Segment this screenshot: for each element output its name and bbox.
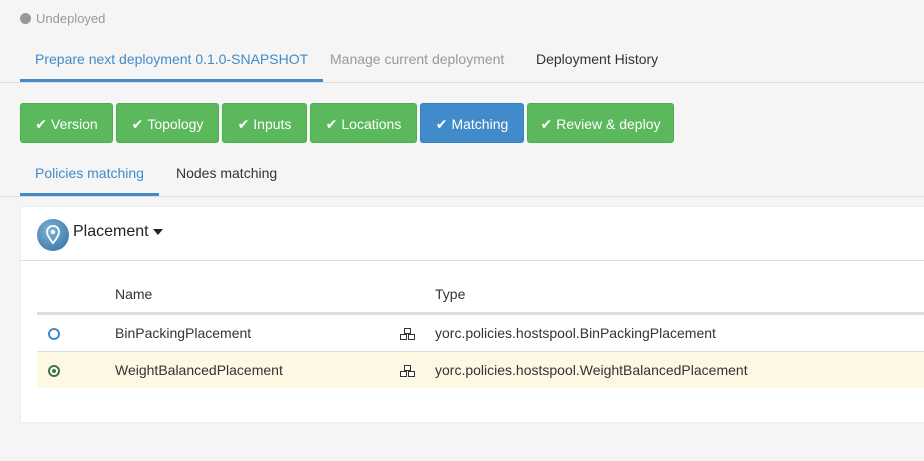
column-header-type: Type [435,286,466,302]
policy-type: yorc.policies.hostspool.BinPackingPlacem… [435,325,716,341]
deployment-tabs: Prepare next deployment 0.1.0-SNAPSHOT M… [0,40,924,83]
policy-type: yorc.policies.hostspool.WeightBalancedPl… [435,362,748,378]
policy-table: Name Type BinPackingPlacement yorc.polic… [37,278,924,388]
policy-name: WeightBalancedPlacement [115,362,283,378]
check-icon: ✔ [325,116,338,132]
check-icon: ✔ [435,116,448,132]
policy-name: BinPackingPlacement [115,325,252,341]
step-inputs-button[interactable]: ✔ Inputs [222,103,307,143]
check-icon: ✔ [540,116,553,132]
step-label: Inputs [253,116,292,132]
table-row[interactable]: WeightBalancedPlacement yorc.policies.ho… [37,351,924,388]
caret-down-icon [152,228,163,235]
policy-title: Placement [73,223,149,240]
policy-dropdown[interactable]: Placement [73,223,163,241]
step-matching-button[interactable]: ✔ Matching [420,103,524,143]
policy-panel-header: Placement [21,207,924,261]
check-icon: ✔ [35,116,48,132]
step-label: Locations [341,116,402,132]
tab-prepare-next-deployment[interactable]: Prepare next deployment 0.1.0-SNAPSHOT [20,40,324,82]
column-header-name: Name [115,286,153,302]
step-version-button[interactable]: ✔ Version [20,103,113,143]
step-topology-button[interactable]: ✔ Topology [116,103,219,143]
tab-manage-current-deployment[interactable]: Manage current deployment [330,40,504,82]
cubes-icon [399,315,417,351]
step-label: Topology [147,116,204,132]
matching-tabs: Policies matching Nodes matching [0,153,924,197]
table-header: Name Type [37,278,924,314]
step-review-deploy-button[interactable]: ✔ Review & deploy [527,103,674,143]
tab-deployment-history[interactable]: Deployment History [536,40,658,82]
step-label: Version [51,116,98,132]
select-radio[interactable] [48,328,60,340]
deployment-status: Undeployed [20,11,105,26]
select-radio[interactable] [48,365,60,377]
tab-policies-matching[interactable]: Policies matching [20,153,159,196]
policy-panel: Placement Name Type BinPackingPlacement … [20,206,924,423]
check-icon: ✔ [237,116,250,132]
step-label: Review & deploy [556,116,661,132]
step-label: Matching [451,116,509,132]
check-icon: ✔ [131,116,144,132]
map-marker-icon [37,219,69,251]
table-row[interactable]: BinPackingPlacement yorc.policies.hostsp… [37,314,924,351]
status-label: Undeployed [36,11,106,26]
tab-nodes-matching[interactable]: Nodes matching [176,153,277,196]
cubes-icon [399,352,417,388]
step-locations-button[interactable]: ✔ Locations [310,103,417,143]
status-dot-icon [20,13,31,24]
